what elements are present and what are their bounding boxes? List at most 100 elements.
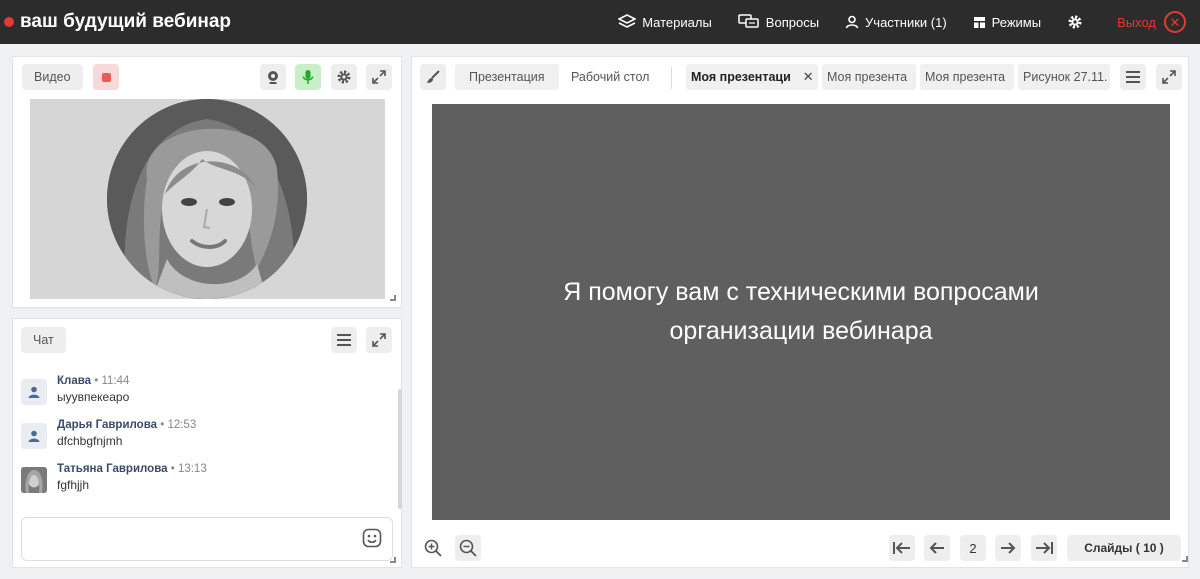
- presentation-resize-handle[interactable]: [1182, 556, 1188, 562]
- questions-button[interactable]: Вопросы: [738, 14, 819, 30]
- webinar-title: ваш будущий вебинар: [20, 11, 232, 32]
- user-photo-icon: [21, 467, 47, 493]
- tab-presentation[interactable]: Презентация: [455, 64, 559, 90]
- draw-tool-button[interactable]: [420, 64, 446, 90]
- slide-canvas: Я помогу вам с техническими вопросами ор…: [432, 104, 1170, 520]
- chat-text: fgfhjjh: [57, 478, 90, 492]
- layers-icon: [618, 14, 637, 28]
- last-slide-button[interactable]: [1031, 535, 1057, 561]
- chat-message: Клава • 11:44 ыуувпекеаро: [21, 375, 381, 415]
- arrow-right-icon: [1001, 542, 1016, 554]
- chat-author: Татьяна Гаврилова: [57, 463, 168, 475]
- participants-button[interactable]: Участники (1): [845, 15, 947, 30]
- doc-tab[interactable]: Моя презента: [822, 64, 916, 90]
- stop-record-icon: [101, 72, 111, 82]
- chat-author: Клава: [57, 375, 92, 387]
- presentation-panel: Презентация Рабочий стол Моя презентаци …: [411, 56, 1189, 568]
- video-tab-button[interactable]: Видео: [22, 64, 83, 90]
- doc-tab[interactable]: Рисунок 27.11.: [1018, 64, 1110, 90]
- expand-icon: [1162, 70, 1176, 84]
- tab-desktop[interactable]: Рабочий стол: [571, 64, 649, 90]
- chat-time: • 12:53: [160, 419, 197, 431]
- hamburger-icon: [337, 334, 351, 346]
- microphone-icon: [302, 70, 314, 84]
- current-page[interactable]: 2: [960, 535, 986, 561]
- microphone-button[interactable]: [295, 64, 321, 90]
- settings-button[interactable]: [1067, 14, 1089, 30]
- modes-button[interactable]: Режимы: [973, 15, 1041, 30]
- chat-message: Татьяна Гаврилова • 13:13 fgfhjjh: [21, 463, 381, 503]
- record-button[interactable]: [93, 64, 119, 90]
- zoom-out-icon: [459, 539, 477, 557]
- chat-scrollbar[interactable]: [398, 389, 402, 509]
- chat-message: Дарья Гаврилова • 12:53 dfchbgfnjmh: [21, 419, 381, 459]
- close-circle-icon: ✕: [1164, 11, 1186, 33]
- questions-icon: [738, 14, 759, 28]
- chat-time: • 11:44: [94, 375, 130, 387]
- video-resize-handle[interactable]: [390, 295, 396, 301]
- slides-label: Слайды (: [1084, 541, 1140, 555]
- last-page-icon: [1036, 542, 1053, 554]
- chat-author: Дарья Гаврилова: [57, 419, 158, 431]
- recording-indicator: [4, 17, 14, 27]
- video-expand-button[interactable]: [366, 64, 392, 90]
- camera-button[interactable]: [260, 64, 286, 90]
- webcam-icon: [268, 70, 278, 84]
- video-feed: [30, 99, 385, 299]
- slides-list-button[interactable]: Слайды ( 10 ): [1067, 535, 1181, 561]
- prev-slide-button[interactable]: [924, 535, 950, 561]
- top-bar: ваш будущий вебинар Материалы Вопросы Уч…: [0, 0, 1200, 44]
- next-slide-button[interactable]: [995, 535, 1021, 561]
- doc-tab-active[interactable]: Моя презентаци ✕: [686, 64, 818, 90]
- gear-icon: [337, 70, 351, 84]
- slides-count: 10: [1143, 541, 1157, 555]
- chat-input-box: [21, 517, 393, 561]
- layout-icon: [973, 16, 985, 28]
- expand-icon: [372, 333, 386, 347]
- slide-text: Я помогу вам с техническими вопросами ор…: [563, 278, 1039, 345]
- slides-close: ): [1159, 541, 1164, 555]
- chat-avatar: [21, 379, 47, 405]
- expand-icon: [372, 70, 386, 84]
- chat-text: dfchbgfnjmh: [57, 434, 123, 448]
- presentation-expand-button[interactable]: [1156, 64, 1182, 90]
- presentation-menu-button[interactable]: [1120, 64, 1146, 90]
- user-icon: [28, 386, 40, 398]
- zoom-in-icon: [424, 539, 442, 557]
- speaker-avatar: [107, 99, 307, 299]
- user-icon: [845, 15, 859, 29]
- doc-tab-label: Моя презентаци: [691, 70, 791, 84]
- smiley-icon: [362, 528, 382, 548]
- questions-label: Вопросы: [765, 14, 820, 30]
- hamburger-icon: [1126, 71, 1140, 83]
- chat-tab-button[interactable]: Чат: [21, 327, 66, 353]
- chat-resize-handle[interactable]: [390, 557, 396, 563]
- arrow-left-icon: [929, 542, 944, 554]
- tabs-divider: [671, 67, 672, 89]
- speaker-portrait: [107, 99, 307, 299]
- chat-panel: Чат Клава • 11:44 ыуувпекеаро Дарья Гавр…: [12, 318, 402, 568]
- emoji-button[interactable]: [362, 528, 382, 551]
- zoom-out-button[interactable]: [455, 535, 481, 561]
- chat-text: ыуувпекеаро: [57, 390, 130, 404]
- close-icon[interactable]: ✕: [803, 69, 814, 85]
- chat-menu-button[interactable]: [331, 327, 357, 353]
- chat-avatar: [21, 423, 47, 449]
- chat-time: • 13:13: [170, 463, 207, 475]
- participants-label: Участники (1): [865, 14, 947, 30]
- exit-label: Выход: [1117, 14, 1156, 30]
- gear-icon: [1068, 15, 1082, 29]
- video-panel: Видео: [12, 56, 402, 308]
- top-navigation: Материалы Вопросы Участники (1) Режимы В…: [618, 0, 1200, 44]
- exit-button[interactable]: Выход ✕: [1117, 11, 1186, 33]
- brush-icon: [427, 70, 440, 83]
- modes-label: Режимы: [991, 14, 1042, 30]
- chat-expand-button[interactable]: [366, 327, 392, 353]
- chat-avatar-photo: [21, 467, 47, 493]
- chat-input[interactable]: [22, 518, 342, 558]
- doc-tab[interactable]: Моя презента: [920, 64, 1014, 90]
- video-settings-button[interactable]: [331, 64, 357, 90]
- zoom-in-button[interactable]: [420, 535, 446, 561]
- materials-button[interactable]: Материалы: [618, 14, 712, 30]
- first-slide-button[interactable]: [889, 535, 915, 561]
